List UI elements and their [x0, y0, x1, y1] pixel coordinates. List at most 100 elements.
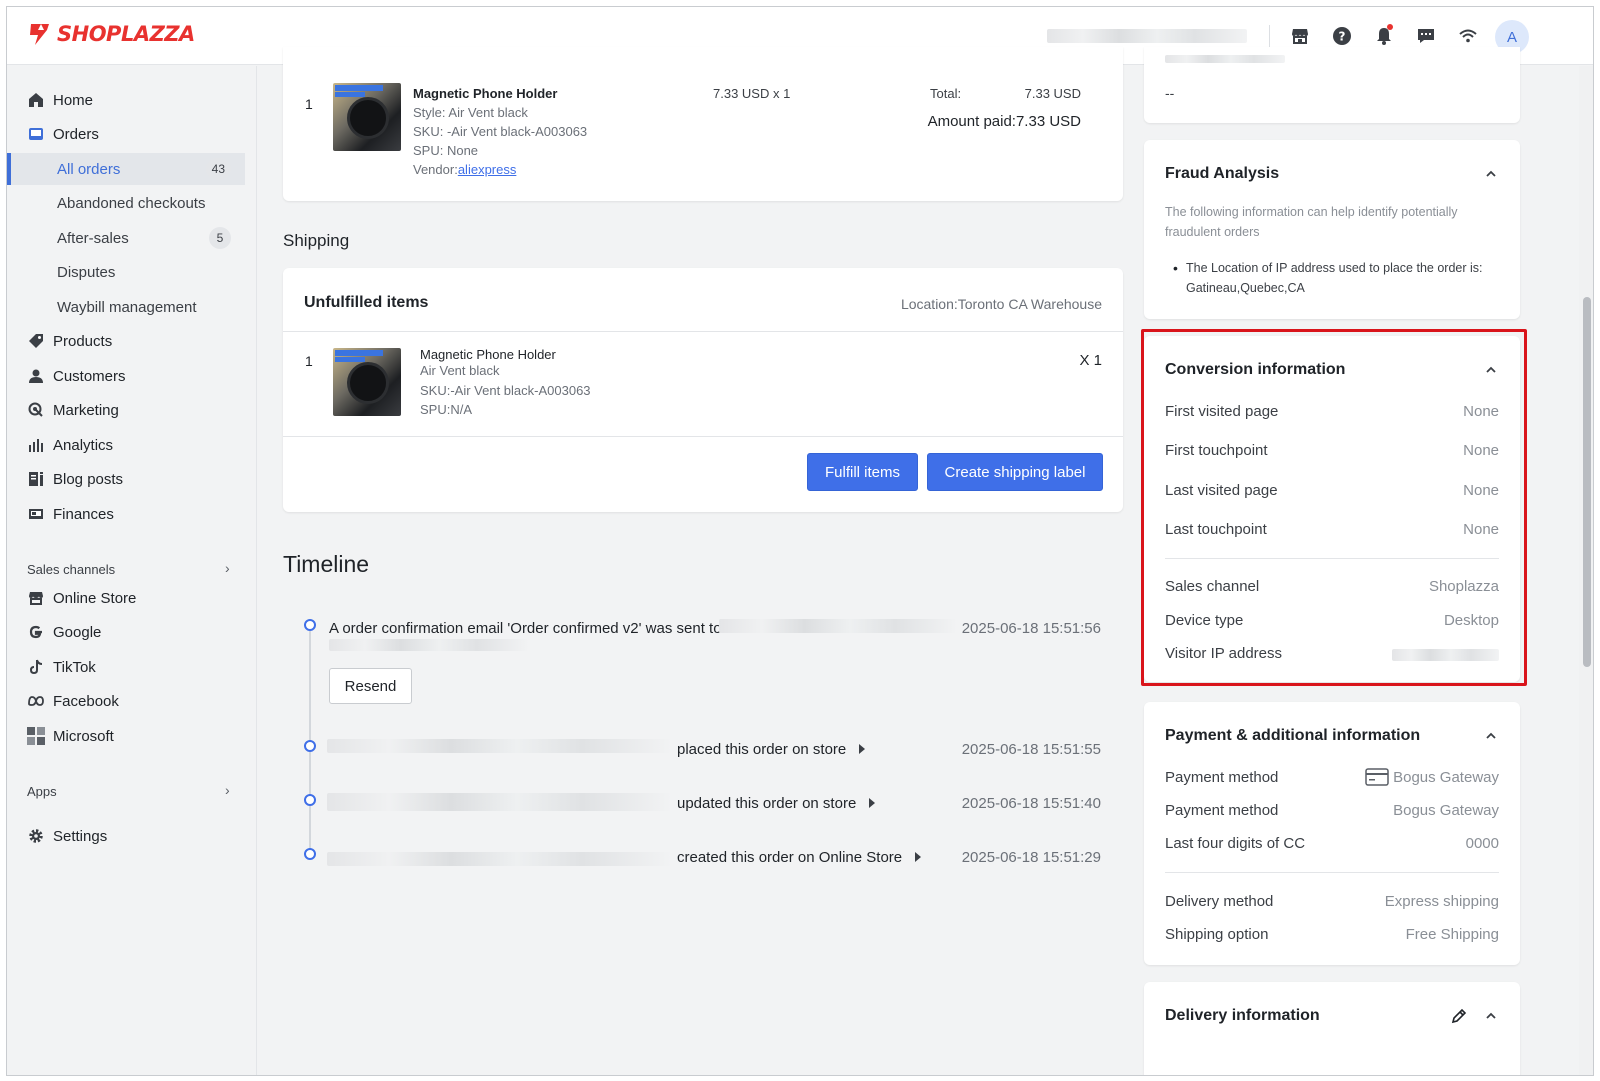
person-icon [27, 367, 45, 385]
field-value: -- [1165, 85, 1175, 101]
logo-mark-icon [27, 21, 53, 47]
marketing-icon [27, 401, 45, 419]
redacted-customer [327, 852, 672, 866]
info-card-top: -- [1144, 47, 1520, 123]
payment-method-label: Payment method [1165, 769, 1279, 786]
apps-title: Apps [27, 784, 57, 799]
sales-channel-label: Sales channel [1165, 578, 1260, 595]
count-badge: 43 [205, 158, 231, 180]
sidebar-item-online-store[interactable]: Online Store [7, 582, 245, 614]
sidebar-item-google[interactable]: Google [7, 616, 245, 648]
last-touchpoint-label: Last touchpoint [1165, 521, 1267, 538]
app-window: SHOPLAZZA ? A Home Orders All orders 43 … [6, 6, 1594, 1076]
redacted-customer [327, 739, 672, 753]
svg-text:?: ? [1339, 30, 1346, 44]
chevron-right-icon[interactable]: › [225, 782, 230, 798]
redacted-email [719, 619, 957, 633]
timeline-event-time: 2025-06-18 15:51:55 [961, 741, 1101, 758]
product-thumbnail[interactable] [333, 348, 401, 416]
chevron-up-icon[interactable] [1486, 1011, 1496, 1021]
timeline-event-text[interactable]: placed this order on store [677, 741, 865, 758]
orders-icon [27, 125, 45, 143]
payment-method-value: Bogus Gateway [1393, 769, 1499, 786]
sidebar-item-analytics[interactable]: Analytics [7, 429, 245, 461]
sidebar-item-abandoned-checkouts[interactable]: Abandoned checkouts [7, 187, 245, 219]
shipping-title: Shipping [283, 231, 350, 250]
item-quantity: X 1 [1079, 352, 1102, 369]
sidebar-item-finances[interactable]: Finances [7, 498, 245, 530]
shoplazza-logo[interactable]: SHOPLAZZA [27, 21, 195, 47]
scrollbar-thumb[interactable] [1583, 297, 1591, 667]
product-vendor: Vendor:aliexpress [413, 162, 517, 177]
delivery-method-value: Express shipping [1384, 893, 1499, 910]
first-visited-page-value: None [1463, 403, 1499, 420]
sidebar-item-facebook[interactable]: Facebook [7, 685, 245, 717]
order-items-card: 1 Magnetic Phone Holder Style: Air Vent … [283, 47, 1123, 201]
product-name[interactable]: Magnetic Phone Holder [413, 86, 557, 101]
bullet: • [1173, 260, 1178, 276]
sidebar-item-microsoft[interactable]: Microsoft [7, 720, 245, 752]
product-name[interactable]: Magnetic Phone Holder [420, 347, 556, 362]
sidebar-item-orders[interactable]: Orders [7, 118, 245, 150]
chevron-right-icon[interactable]: › [225, 560, 230, 576]
cc-last-four-label: Last four digits of CC [1165, 835, 1306, 852]
device-type-label: Device type [1165, 612, 1244, 629]
sidebar-item-all-orders[interactable]: All orders 43 [7, 153, 245, 185]
sidebar-item-blog-posts[interactable]: Blog posts [7, 463, 245, 495]
fraud-analysis-title: Fraud Analysis [1165, 165, 1280, 182]
fraud-description: fraudulent orders [1165, 225, 1260, 239]
product-thumbnail[interactable] [333, 83, 401, 151]
last-visited-page-value: None [1463, 482, 1499, 499]
sales-channels-title: Sales channels [27, 562, 116, 577]
gear-icon [27, 827, 45, 845]
tag-icon [27, 332, 45, 350]
edit-pencil-icon[interactable] [1451, 1008, 1467, 1024]
sidebar-item-products[interactable]: Products [7, 325, 245, 357]
device-type-value: Desktop [1443, 612, 1499, 629]
timeline-event-text[interactable]: updated this order on store [677, 795, 875, 812]
sidebar-item-disputes[interactable]: Disputes [7, 256, 245, 288]
payment-information-title: Payment & additional information [1165, 727, 1421, 744]
sidebar-item-waybill-management[interactable]: Waybill management [7, 291, 245, 323]
timeline-event-text[interactable]: created this order on Online Store [677, 849, 921, 866]
caret-right-icon[interactable] [868, 798, 875, 808]
bar-chart-icon [27, 436, 45, 454]
create-shipping-label-button[interactable]: Create shipping label [927, 453, 1103, 491]
shipping-option-value: Free Shipping [1405, 926, 1499, 943]
first-visited-page-label: First visited page [1165, 403, 1279, 420]
delivery-information-title: Delivery information [1165, 1007, 1320, 1024]
last-touchpoint-value: None [1463, 521, 1499, 538]
payment-method-value: Bogus Gateway [1393, 802, 1499, 819]
resend-button[interactable]: Resend [329, 668, 412, 704]
chevron-up-icon[interactable] [1486, 365, 1496, 375]
timeline-event-time: 2025-06-18 15:51:29 [961, 849, 1101, 866]
timeline-event-time: 2025-06-18 15:51:56 [961, 620, 1101, 637]
vendor-link[interactable]: aliexpress [458, 162, 517, 177]
brand-name: SHOPLAZZA [57, 22, 195, 46]
sidebar-item-home[interactable]: Home [7, 84, 245, 116]
conversion-information-card: Conversion information First visited pag… [1144, 336, 1520, 682]
price-quantity: 7.33 USD x 1 [713, 86, 791, 101]
sidebar-item-tiktok[interactable]: TikTok [7, 651, 245, 683]
conversion-information-title: Conversion information [1165, 361, 1346, 378]
timeline-event-text: A order confirmation email 'Order confir… [329, 620, 722, 637]
timeline-dot [304, 848, 316, 860]
item-index: 1 [305, 96, 313, 112]
sidebar-item-settings[interactable]: Settings [7, 820, 245, 852]
chevron-up-icon[interactable] [1486, 169, 1496, 179]
count-badge: 5 [209, 227, 231, 249]
item-index: 1 [305, 353, 313, 369]
header-divider [1269, 25, 1270, 47]
timeline-dot [304, 740, 316, 752]
fraud-description: The following information can help ident… [1165, 205, 1458, 219]
product-sku: SKU: -Air Vent black-A003063 [413, 124, 588, 139]
product-sku: SKU:-Air Vent black-A003063 [420, 383, 591, 398]
microsoft-icon [27, 727, 45, 745]
sidebar-item-marketing[interactable]: Marketing [7, 394, 245, 426]
fulfill-items-button[interactable]: Fulfill items [807, 453, 918, 491]
sidebar-item-after-sales[interactable]: After-sales 5 [7, 222, 245, 254]
chevron-up-icon[interactable] [1486, 731, 1496, 741]
sidebar-item-customers[interactable]: Customers [7, 360, 245, 392]
caret-right-icon[interactable] [858, 744, 865, 754]
caret-right-icon[interactable] [914, 852, 921, 862]
